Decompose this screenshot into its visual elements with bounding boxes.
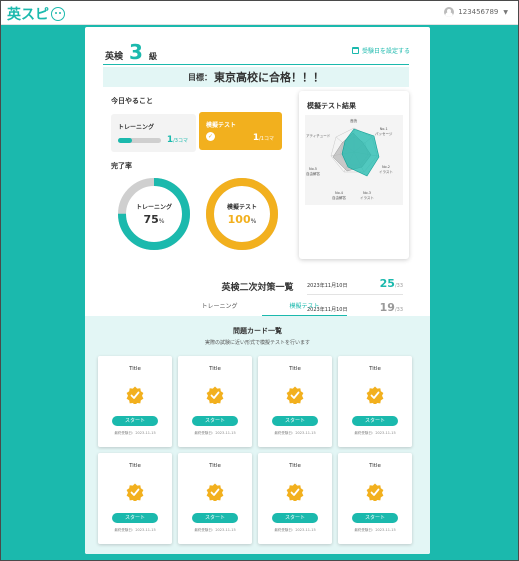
last-exam-date: 最終受験日：2023-11-15 (194, 528, 236, 532)
badge-check-icon (366, 483, 384, 502)
radar-chart: 音読 No.1 パッセージ No.2 イラスト No.3 イラスト No.4 自由解答 … (305, 115, 403, 205)
grade-prefix: 英検 (105, 52, 124, 62)
badge-check-icon (126, 483, 144, 502)
card-title: Title (369, 463, 381, 469)
goal-text: 東京高校に合格！！！ (214, 71, 324, 84)
last-exam-date: 最終受験日：2023-11-15 (194, 431, 236, 435)
calendar-icon (351, 47, 359, 54)
card-title: Title (369, 366, 381, 372)
training-label: トレーニング (118, 124, 155, 131)
grade-suffix: 級 (148, 52, 157, 61)
radar-label: No.4 自由解答 (332, 191, 346, 200)
card-title: Title (209, 366, 221, 372)
tab-training[interactable]: トレーニング (177, 300, 262, 316)
start-button[interactable]: スタート (192, 513, 238, 523)
today-mock-card[interactable]: 模擬テスト ✓ 1/1コマ (199, 112, 282, 150)
card-title: Title (129, 463, 141, 469)
cards-section: 問題カード一覧 実際の試験に近い形式で模擬テストを行います Title スタート最… (85, 316, 430, 554)
goal-prefix: 目標： (188, 72, 212, 82)
user-id: 123456789 (458, 8, 499, 16)
last-exam-date: 最終受験日：2023-11-15 (274, 431, 316, 435)
training-progress-fill (118, 138, 133, 143)
grade-heading: 英検 3 級 (105, 40, 157, 64)
donut-value: 100% (227, 213, 257, 226)
last-exam-date: 最終受験日：2023-11-15 (354, 528, 396, 532)
divider (307, 294, 403, 295)
badge-check-icon (206, 386, 224, 405)
last-exam-date: 最終受験日：2023-11-15 (114, 528, 156, 532)
start-button[interactable]: スタート (272, 416, 318, 426)
divider (103, 64, 409, 65)
donut-label: 模擬テスト (226, 204, 257, 211)
badge-check-icon (366, 386, 384, 405)
cards-title: 問題カード一覧 (233, 327, 282, 335)
problem-card[interactable]: Title スタート最終受験日：2023-11-15 (338, 356, 412, 447)
score-value: 19/33 (379, 301, 403, 314)
tab-mock-test[interactable]: 模擬テスト (262, 300, 347, 316)
problem-card[interactable]: Title スタート最終受験日：2023-11-15 (258, 356, 332, 447)
mock-results-card[interactable]: 模擬テスト結果 音読 No.1 パッセージ No.2 イラスト No.3 イラス… (299, 91, 409, 314)
badge-check-icon (286, 483, 304, 502)
radar-label: 音読 (350, 119, 357, 123)
badge-check-icon (126, 386, 144, 405)
exam-date-label: 受験日を設定する (361, 48, 410, 55)
list-title: 英検二次対策一覧 (221, 283, 294, 293)
results-title: 模擬テスト結果 (307, 102, 356, 110)
check-circle-icon: ✓ (206, 132, 215, 141)
start-button[interactable]: スタート (352, 513, 398, 523)
card-title: Title (209, 463, 221, 469)
radar-label: No.3 イラスト (360, 191, 374, 200)
start-button[interactable]: スタート (112, 513, 158, 523)
user-icon (444, 7, 455, 17)
start-button[interactable]: スタート (192, 416, 238, 426)
mock-label: 模擬テスト (206, 122, 237, 129)
radar-label: No.2 イラスト (379, 165, 393, 174)
today-training-card[interactable]: トレーニング 1/3コマ (111, 114, 196, 152)
grade-number: 3 (129, 40, 143, 64)
user-menu[interactable]: 123456789 ▼ (444, 7, 508, 17)
start-button[interactable]: スタート (112, 416, 158, 426)
last-exam-date: 最終受験日：2023-11-15 (354, 431, 396, 435)
badge-check-icon (286, 386, 304, 405)
last-exam-date: 最終受験日：2023-11-15 (274, 528, 316, 532)
mock-count: 1/1コマ (252, 133, 274, 143)
card-title: Title (289, 366, 301, 372)
problem-card[interactable]: Title スタート最終受験日：2023-11-15 (98, 356, 172, 447)
logo-text: 英スピ (7, 7, 49, 23)
training-donut: トレーニング 75% (117, 177, 191, 251)
face-icon (51, 7, 65, 21)
mock-donut: 模擬テスト 100% (205, 177, 279, 251)
badge-check-icon (206, 483, 224, 502)
caret-down-icon: ▼ (503, 8, 508, 16)
radar-label: アティチュード (306, 134, 331, 138)
card-title: Title (129, 366, 141, 372)
radar-label: No.1 パッセージ (375, 127, 393, 136)
donut-value: 75% (143, 213, 165, 226)
problem-card[interactable]: Title スタート最終受験日：2023-11-15 (98, 453, 172, 544)
start-button[interactable]: スタート (272, 513, 318, 523)
set-exam-date-link[interactable]: 受験日を設定する (351, 46, 410, 55)
tab-bar: トレーニング 模擬テスト (177, 300, 347, 316)
card-title: Title (289, 463, 301, 469)
training-count: 1/3コマ (166, 135, 188, 145)
last-exam-date: 最終受験日：2023-11-15 (114, 431, 156, 435)
problem-card[interactable]: Title スタート最終受験日：2023-11-15 (258, 453, 332, 544)
problem-card[interactable]: Title スタート最終受験日：2023-11-15 (178, 356, 252, 447)
goal-banner: 目標： 東京高校に合格！！！ (103, 67, 409, 87)
radar-label: No.5 自由解答 (306, 167, 320, 176)
main-panel: 英検 3 級 受験日を設定する 目標： 東京高校に合格！！！ 今日やること トレ… (85, 27, 430, 554)
problem-card[interactable]: Title スタート最終受験日：2023-11-15 (338, 453, 412, 544)
donut-label: トレーニング (135, 204, 172, 211)
training-progress-bar (118, 138, 161, 143)
start-button[interactable]: スタート (352, 416, 398, 426)
problem-card[interactable]: Title スタート最終受験日：2023-11-15 (178, 453, 252, 544)
cards-subtitle: 実際の試験に近い形式で模擬テストを行います (204, 340, 310, 346)
app-logo[interactable]: 英スピ (7, 4, 65, 24)
top-bar: 英スピ 123456789 ▼ (1, 1, 518, 25)
completion-title: 完了率 (111, 162, 132, 170)
today-title: 今日やること (111, 97, 153, 105)
